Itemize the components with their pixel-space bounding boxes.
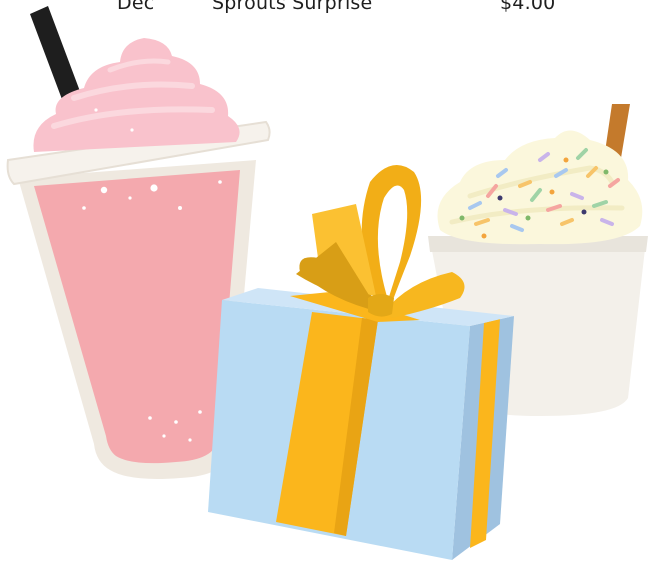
illustration-canvas bbox=[6, 6, 648, 560]
